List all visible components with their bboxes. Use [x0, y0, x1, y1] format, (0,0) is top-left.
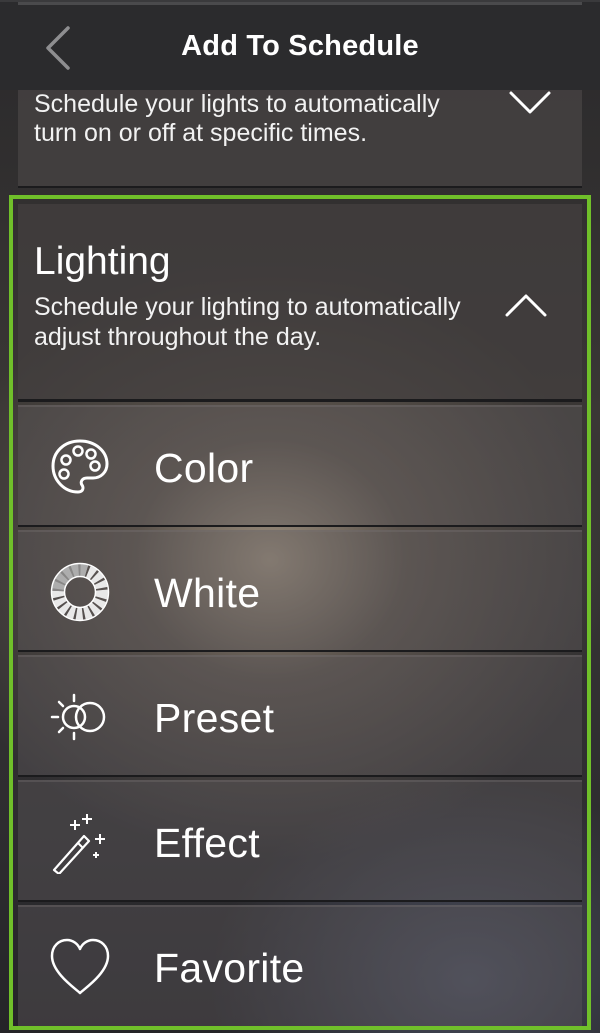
- schedule-section[interactable]: Schedule your lights to automatically tu…: [18, 90, 582, 188]
- header-divider: [18, 2, 582, 5]
- menu-item-effect[interactable]: Effect: [18, 780, 582, 902]
- schedule-description: Schedule your lights to automatically tu…: [34, 90, 440, 147]
- menu-item-favorite[interactable]: Favorite: [18, 905, 582, 1029]
- lighting-section-header[interactable]: Lighting Schedule your lighting to autom…: [18, 204, 582, 402]
- menu-item-label: Favorite: [154, 945, 305, 991]
- expand-toggle[interactable]: [508, 90, 552, 116]
- header-bar: Add To Schedule: [0, 0, 600, 90]
- menu-item-label: White: [154, 570, 261, 616]
- collapse-toggle[interactable]: [504, 292, 548, 318]
- menu-item-preset[interactable]: Preset: [18, 655, 582, 777]
- menu-item-color[interactable]: Color: [18, 405, 582, 527]
- lighting-description: Schedule your lighting to automatically …: [34, 293, 461, 351]
- menu-item-label: Color: [154, 445, 254, 491]
- chevron-down-icon: [509, 91, 551, 114]
- palette-icon: [48, 435, 112, 499]
- preset-sun-icon: [48, 685, 112, 749]
- white-wheel-icon: [48, 560, 112, 624]
- lighting-title: Lighting: [34, 240, 171, 283]
- page-title: Add To Schedule: [181, 30, 419, 62]
- heart-icon: [48, 935, 112, 999]
- menu-item-label: Preset: [154, 695, 275, 741]
- magic-wand-icon: [48, 810, 112, 874]
- app-screen: Add To Schedule Schedule your lights to …: [0, 0, 600, 1033]
- chevron-up-icon: [505, 294, 547, 317]
- menu-item-white[interactable]: White: [18, 530, 582, 652]
- menu-item-label: Effect: [154, 820, 260, 866]
